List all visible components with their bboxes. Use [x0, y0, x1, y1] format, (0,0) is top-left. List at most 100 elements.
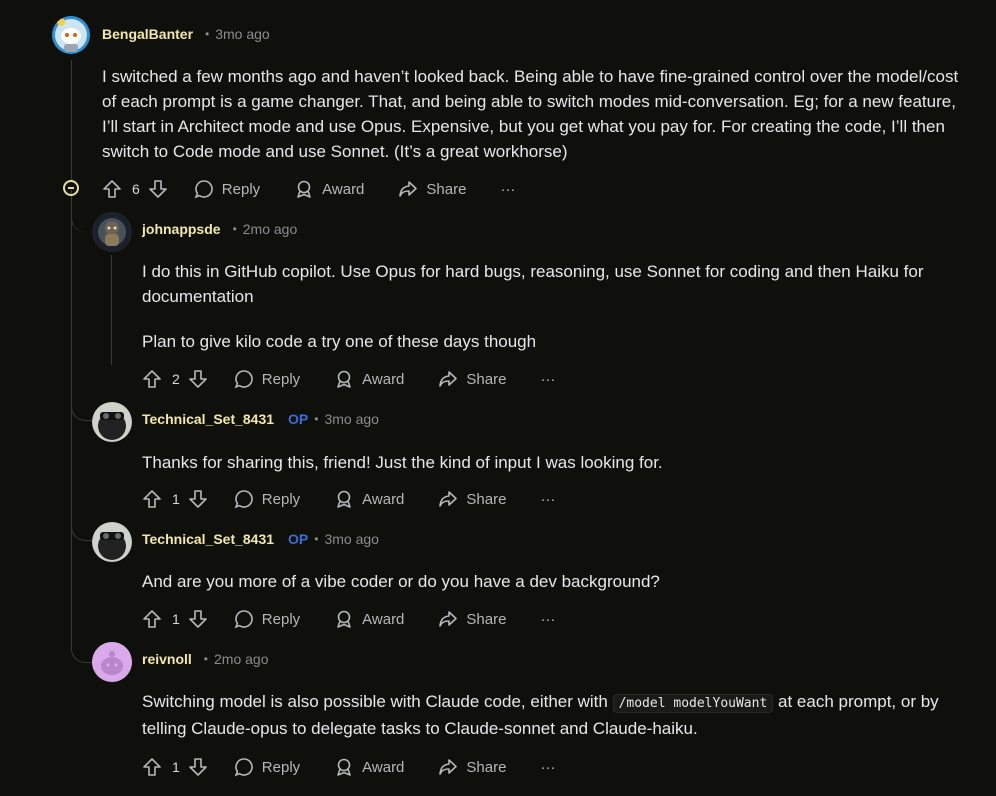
snoo-avatar-icon: [52, 16, 90, 54]
share-icon: [439, 491, 458, 507]
share-label: Share: [466, 758, 507, 776]
downvote-button[interactable]: [188, 609, 208, 629]
share-label: Share: [426, 180, 467, 198]
share-button[interactable]: Share: [438, 757, 506, 777]
reply-label: Reply: [261, 610, 301, 628]
downvote-icon: [148, 180, 167, 198]
vote-count: 1: [172, 611, 180, 627]
award-button[interactable]: Award: [294, 179, 364, 199]
inline-code: /model modelYouWant: [612, 694, 774, 713]
more-options-button[interactable]: ···: [540, 611, 555, 628]
reply-label: Reply: [221, 180, 261, 198]
comment-paragraph: And are you more of a vibe coder or do y…: [142, 572, 660, 591]
award-button[interactable]: Award: [334, 489, 404, 509]
avatar[interactable]: [52, 16, 90, 54]
comment-bubble-icon: [194, 180, 213, 199]
comment-timestamp[interactable]: 2mo ago: [243, 221, 297, 237]
reply-button[interactable]: Reply: [234, 369, 300, 389]
comment-timestamp[interactable]: 3mo ago: [215, 26, 269, 42]
share-icon: [399, 181, 418, 197]
share-button[interactable]: Share: [398, 179, 466, 199]
comment-timestamp[interactable]: 3mo ago: [324, 411, 378, 427]
award-label: Award: [362, 758, 405, 776]
share-icon: [439, 611, 458, 627]
share-label: Share: [466, 370, 507, 388]
reply-button[interactable]: Reply: [234, 489, 300, 509]
upvote-button[interactable]: [142, 489, 162, 509]
comment-actions: 1 Reply Award Share ···: [142, 485, 555, 513]
upvote-button[interactable]: [102, 179, 122, 199]
downvote-button[interactable]: [188, 369, 208, 389]
upvote-button[interactable]: [142, 369, 162, 389]
share-button[interactable]: Share: [438, 489, 506, 509]
downvote-button[interactable]: [148, 179, 168, 199]
comment-bubble-icon: [234, 490, 253, 509]
comment-paragraph: Switching model is also possible with Cl…: [142, 689, 972, 741]
comment-author[interactable]: reivnoll: [142, 651, 192, 667]
more-options-button[interactable]: ···: [500, 181, 515, 198]
award-label: Award: [362, 490, 405, 508]
reply-button[interactable]: Reply: [194, 179, 260, 199]
vote-count: 1: [172, 491, 180, 507]
award-icon: [297, 180, 311, 198]
more-options-button[interactable]: ···: [540, 491, 555, 508]
comment-paragraph: I do this in GitHub copilot. Use Opus fo…: [142, 262, 924, 306]
share-button[interactable]: Share: [438, 609, 506, 629]
comment-actions: 6 Reply Award Share ···: [102, 175, 515, 203]
comment-body: Thanks for sharing this, friend! Just th…: [142, 450, 962, 475]
avatar[interactable]: [92, 522, 132, 562]
reply-button[interactable]: Reply: [234, 757, 300, 777]
downvote-button[interactable]: [188, 757, 208, 777]
avatar[interactable]: [92, 642, 132, 682]
downvote-icon: [188, 758, 207, 776]
reply-button[interactable]: Reply: [234, 609, 300, 629]
award-icon: [337, 490, 351, 508]
comment-paragraph: I switched a few months ago and haven’t …: [102, 67, 959, 161]
separator-dot: •: [314, 412, 319, 426]
avatar[interactable]: [92, 402, 132, 442]
avatar[interactable]: [92, 212, 132, 252]
award-button[interactable]: Award: [334, 757, 404, 777]
downvote-icon: [188, 610, 207, 628]
comment-actions: 1 Reply Award Share ···: [142, 753, 555, 781]
more-options-button[interactable]: ···: [540, 759, 555, 776]
comment-bubble-icon: [234, 370, 253, 389]
upvote-icon: [143, 490, 161, 508]
comment-timestamp[interactable]: 2mo ago: [214, 651, 268, 667]
reply-label: Reply: [261, 370, 301, 388]
upvote-icon: [143, 610, 161, 628]
award-label: Award: [362, 610, 405, 628]
award-label: Award: [322, 180, 365, 198]
op-badge: OP: [288, 411, 309, 427]
more-options-button[interactable]: ···: [540, 371, 555, 388]
comment-paragraph: Thanks for sharing this, friend! Just th…: [142, 453, 663, 472]
comment-bubble-icon: [234, 758, 253, 777]
share-icon: [439, 759, 458, 775]
upvote-button[interactable]: [142, 757, 162, 777]
award-button[interactable]: Award: [334, 609, 404, 629]
comment-author[interactable]: BengalBanter: [102, 26, 193, 42]
comment-actions: 1 Reply Award Share ···: [142, 605, 555, 633]
downvote-button[interactable]: [188, 489, 208, 509]
comment-paragraph: Plan to give kilo code a try one of thes…: [142, 332, 537, 351]
comment-author[interactable]: johnappsde: [142, 221, 221, 237]
vote-count: 1: [172, 759, 180, 775]
share-label: Share: [466, 610, 507, 628]
user-avatar-icon: [92, 522, 132, 562]
comment-author[interactable]: Technical_Set_8431: [142, 411, 274, 427]
separator-dot: •: [205, 27, 210, 41]
comment-body: Switching model is also possible with Cl…: [142, 689, 972, 741]
comment-author[interactable]: Technical_Set_8431: [142, 531, 274, 547]
comment-actions: 2 Reply Award Share ···: [142, 365, 555, 393]
user-avatar-icon: [92, 212, 132, 252]
vote-count: 2: [172, 371, 180, 387]
award-icon: [337, 758, 351, 776]
collapse-thread-icon[interactable]: [63, 180, 79, 196]
comment-timestamp[interactable]: 3mo ago: [324, 531, 378, 547]
award-label: Award: [362, 370, 405, 388]
share-button[interactable]: Share: [438, 369, 506, 389]
award-button[interactable]: Award: [334, 369, 404, 389]
comment-body: And are you more of a vibe coder or do y…: [142, 569, 962, 594]
upvote-button[interactable]: [142, 609, 162, 629]
separator-dot: •: [203, 652, 208, 666]
